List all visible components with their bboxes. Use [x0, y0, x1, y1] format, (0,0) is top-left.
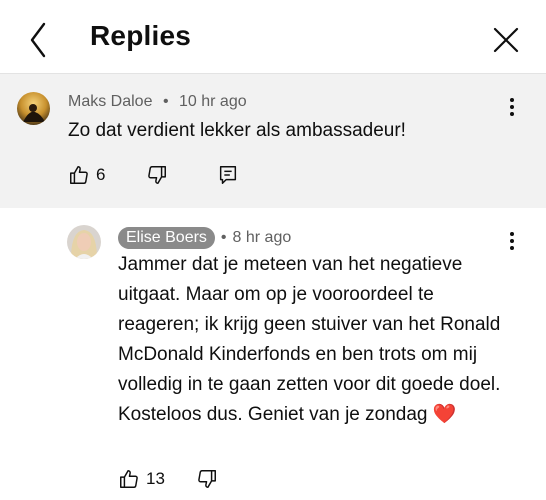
- back-icon: [30, 22, 46, 58]
- comment-time: 10 hr ago: [179, 93, 247, 110]
- more-options-icon: [502, 232, 522, 250]
- comment-text: Zo dat verdient lekker als ambassadeur!: [68, 120, 406, 141]
- comment-author[interactable]: Maks Daloe: [68, 93, 152, 110]
- avatar[interactable]: [17, 92, 50, 125]
- like-button[interactable]: 6: [68, 164, 105, 186]
- thumbs-down-icon: [198, 470, 216, 488]
- like-count: 13: [146, 469, 165, 488]
- comment-meta: Maks Daloe • 10 hr ago: [68, 93, 247, 111]
- thumbs-up-icon: [120, 470, 138, 488]
- comment-meta: Elise Boers • 8 hr ago: [118, 227, 291, 249]
- top-bar: Replies: [0, 0, 546, 74]
- comment-body: Jammer dat je meteen van het negatieve u…: [118, 254, 501, 425]
- dislike-button[interactable]: [196, 468, 218, 490]
- reply-button[interactable]: [217, 164, 239, 186]
- close-button[interactable]: [488, 22, 524, 58]
- comment-time: 8 hr ago: [232, 229, 292, 246]
- dislike-button[interactable]: [146, 164, 168, 186]
- page-title: Replies: [90, 20, 191, 51]
- back-button[interactable]: [22, 20, 56, 60]
- meta-separator: •: [162, 93, 169, 110]
- avatar-image: [17, 92, 50, 125]
- comment-author-chip[interactable]: Elise Boers: [118, 227, 215, 249]
- like-count: 6: [96, 165, 106, 184]
- meta-separator: •: [220, 229, 227, 246]
- thumbs-down-icon: [148, 166, 166, 184]
- thumbs-up-icon: [70, 166, 88, 184]
- reply-icon: [219, 166, 237, 184]
- comment-text: Jammer dat je meteen van het negatieve u…: [118, 250, 518, 430]
- more-options-icon: [502, 98, 522, 116]
- close-icon: [493, 27, 519, 53]
- avatar[interactable]: [67, 225, 101, 259]
- heart-emoji: ❤️: [432, 404, 457, 425]
- like-button[interactable]: 13: [118, 468, 165, 490]
- avatar-image: [67, 225, 101, 259]
